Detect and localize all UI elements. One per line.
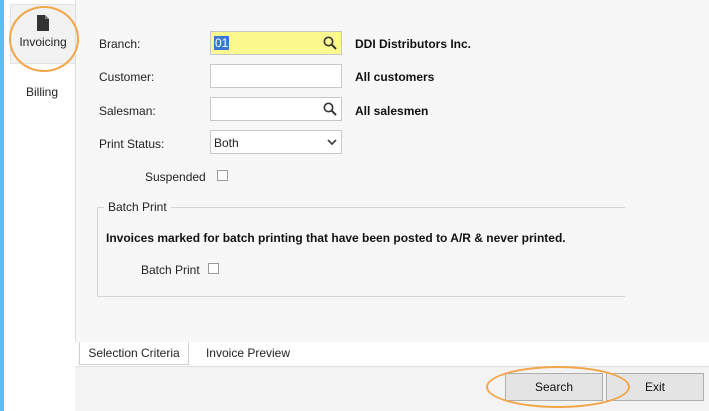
batch-print-group-title: Batch Print xyxy=(104,200,171,214)
tab-bar: Selection Criteria Invoice Preview xyxy=(75,342,709,367)
salesman-input[interactable] xyxy=(210,97,342,121)
salesman-label: Salesman: xyxy=(99,104,156,118)
nav-item-billing[interactable]: Billing xyxy=(10,82,74,102)
chevron-down-icon xyxy=(327,139,337,146)
branch-description: DDI Distributors Inc. xyxy=(355,37,472,51)
action-bar: Search Exit xyxy=(75,367,709,411)
print-status-label: Print Status: xyxy=(99,137,165,151)
salesman-description: All salesmen xyxy=(355,104,429,118)
tab-label: Invoice Preview xyxy=(205,346,291,360)
customer-input[interactable] xyxy=(210,64,342,88)
tab-label: Selection Criteria xyxy=(88,346,180,360)
left-nav: Invoicing Billing xyxy=(4,0,75,411)
search-icon[interactable] xyxy=(323,102,337,116)
branch-label: Branch: xyxy=(99,37,141,51)
customer-label: Customer: xyxy=(99,70,155,84)
batch-print-description: Invoices marked for batch printing that … xyxy=(106,231,566,245)
batch-print-label: Batch Print xyxy=(141,263,200,277)
invoicing-window: Invoicing Billing Branch: 01 DDI Distrib… xyxy=(0,0,709,411)
print-status-value: Both xyxy=(214,136,239,150)
branch-input[interactable]: 01 xyxy=(210,31,342,55)
search-button[interactable]: Search xyxy=(505,373,603,401)
print-status-select[interactable]: Both xyxy=(210,130,342,154)
nav-item-label: Billing xyxy=(25,85,58,99)
branch-input-value: 01 xyxy=(214,36,230,50)
suspended-checkbox[interactable] xyxy=(217,170,228,181)
nav-item-label: Invoicing xyxy=(19,35,67,49)
tab-selection-criteria[interactable]: Selection Criteria xyxy=(79,342,189,365)
tab-invoice-preview[interactable]: Invoice Preview xyxy=(193,342,303,365)
batch-print-group xyxy=(97,207,625,297)
exit-button[interactable]: Exit xyxy=(606,373,704,401)
customer-description: All customers xyxy=(355,70,435,84)
search-icon[interactable] xyxy=(323,36,337,50)
nav-item-invoicing[interactable]: Invoicing xyxy=(10,4,75,64)
selection-criteria-panel: Branch: 01 DDI Distributors Inc. Custome… xyxy=(75,0,709,342)
document-icon xyxy=(37,15,49,31)
suspended-label: Suspended xyxy=(145,170,206,184)
batch-print-checkbox[interactable] xyxy=(208,263,219,274)
